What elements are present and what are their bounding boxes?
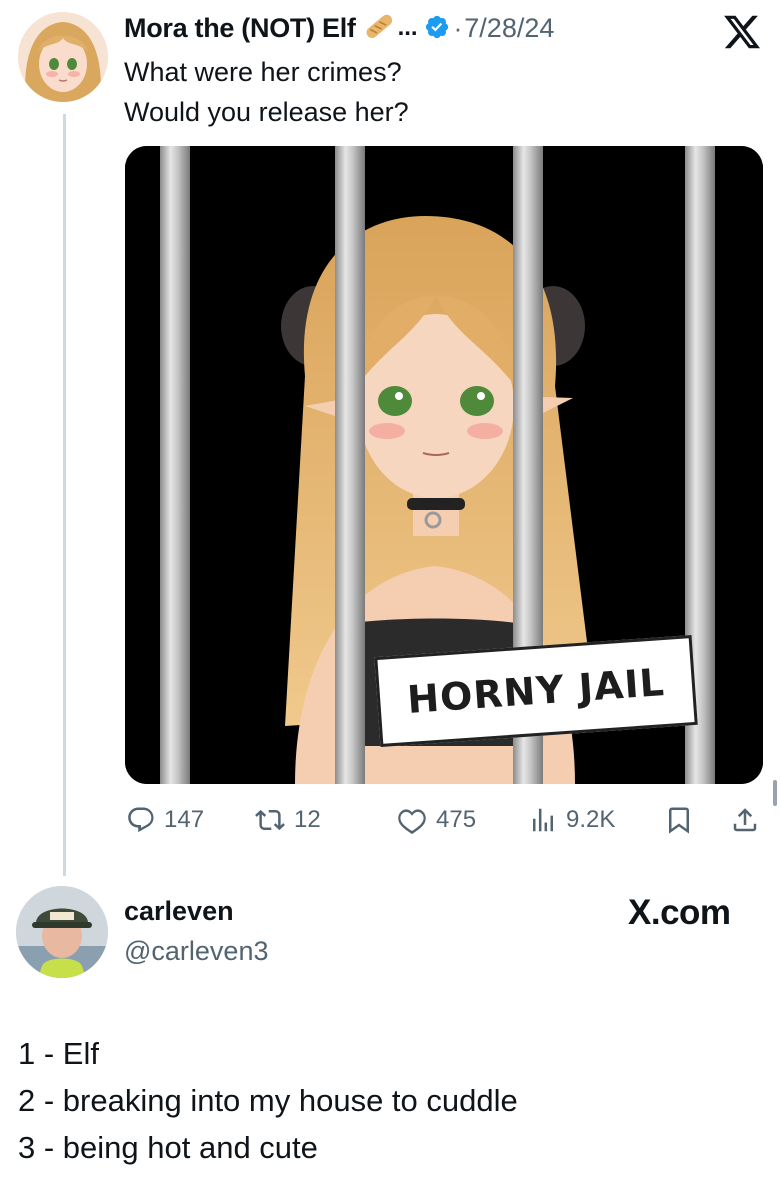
reply-author-avatar[interactable]	[16, 886, 108, 978]
views-button[interactable]: 9.2K	[528, 800, 615, 840]
scrollbar[interactable]	[773, 780, 777, 806]
reply-icon	[128, 807, 154, 833]
reply-count: 147	[164, 806, 205, 833]
tweet-header: Mora the (NOT) Elf ... · 7/28/24	[124, 6, 554, 50]
reply-text: 1 - Elf 2 - breaking into my house to cu…	[18, 1030, 518, 1171]
name-ellipsis: ...	[397, 14, 418, 41]
reply-button[interactable]: 147	[126, 800, 204, 840]
sign-text: HORNY JAIL	[405, 660, 667, 722]
tweet-media-image[interactable]: HORNY JAIL	[125, 146, 763, 784]
reply-author-name[interactable]: carleven	[124, 896, 234, 927]
bookmark-icon	[669, 807, 689, 834]
heart-icon	[398, 809, 426, 834]
tweet-text: What were her crimes? Would you release …	[124, 52, 409, 132]
like-button[interactable]: 475	[396, 800, 476, 840]
x-logo-icon[interactable]	[722, 12, 762, 52]
x-com-watermark: X.com	[628, 893, 731, 933]
date-separator: ·	[453, 12, 463, 43]
repost-count: 12	[294, 806, 321, 833]
tweet-date[interactable]: 7/28/24	[464, 13, 554, 44]
author-avatar[interactable]	[18, 12, 108, 102]
like-count: 475	[436, 806, 477, 833]
share-icon	[733, 808, 757, 832]
reply-line: 2 - breaking into my house to cuddle	[18, 1083, 518, 1118]
repost-icon	[255, 809, 285, 831]
x-com-text: X.com	[628, 893, 731, 932]
reply-author-handle[interactable]: @carleven3	[124, 936, 268, 967]
views-count: 9.2K	[566, 806, 616, 833]
share-button[interactable]	[730, 800, 768, 840]
author-name[interactable]: Mora the (NOT) Elf	[124, 13, 356, 44]
bookmark-button[interactable]	[664, 800, 702, 840]
tweet-text-line: What were her crimes?	[124, 57, 402, 87]
reply-line: 3 - being hot and cute	[18, 1130, 318, 1165]
reply-line: 1 - Elf	[18, 1036, 99, 1071]
thread-connector-line	[63, 114, 66, 876]
tweet-action-bar: 147 12 475 9.2K	[0, 800, 781, 840]
bread-icon	[362, 11, 396, 46]
tweet-text-line: Would you release her?	[124, 97, 409, 127]
user-photo-icon	[16, 886, 108, 978]
verified-badge-icon	[424, 14, 450, 45]
elf-avatar-icon	[18, 12, 108, 102]
views-chart-icon	[533, 808, 553, 832]
repost-button[interactable]: 12	[254, 800, 321, 840]
